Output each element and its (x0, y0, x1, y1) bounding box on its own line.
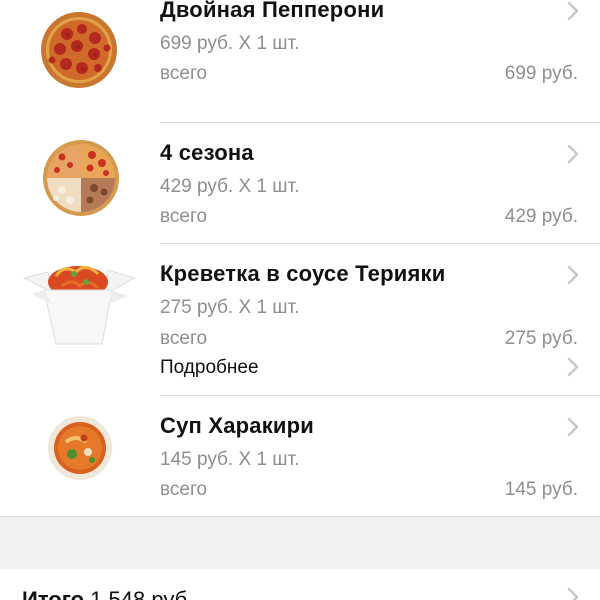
item-name: Суп Харакири (160, 413, 315, 438)
soup-bowl-image (48, 416, 112, 480)
item-total-value: 275 руб. (504, 328, 578, 349)
chevron-right-icon (567, 1, 579, 21)
item-price-quantity: 429 руб. X 1 шт. (160, 176, 300, 197)
chevron-right-icon (567, 144, 579, 164)
chevron-right-icon (567, 587, 579, 600)
item-total-value: 429 руб. (504, 206, 578, 227)
item-price-quantity: 145 руб. X 1 шт. (160, 449, 300, 470)
wok-box-image (22, 266, 136, 345)
item-total-label: всего (160, 479, 208, 500)
order-item[interactable]: Креветка в соусе Терияки 275 руб. X 1 шт… (0, 244, 600, 395)
four-seasons-pizza-image (43, 140, 119, 216)
item-name: Креветка в соусе Терияки (160, 261, 446, 286)
order-summary-row[interactable]: Итого 1 548 руб. (0, 569, 600, 600)
chevron-right-icon (567, 417, 579, 437)
item-name: Двойная Пепперони (160, 0, 385, 22)
section-separator (0, 516, 600, 570)
item-total-label: всего (160, 63, 208, 84)
chevron-right-icon[interactable] (566, 357, 580, 377)
order-item[interactable]: 4 сезона 429 руб. X 1 шт. всего 429 руб. (0, 123, 600, 243)
item-total-value: 145 руб. (504, 479, 578, 500)
order-total-text: Итого 1 548 руб. (22, 587, 193, 600)
item-total-label: всего (160, 328, 208, 349)
details-link[interactable]: Подробнее (160, 357, 259, 379)
order-item[interactable]: Двойная Пепперони 699 руб. X 1 шт. всего… (0, 0, 600, 122)
item-name: 4 сезона (160, 140, 254, 165)
item-price-quantity: 275 руб. X 1 шт. (160, 297, 300, 318)
order-screen: Двойная Пепперони 699 руб. X 1 шт. всего… (0, 0, 600, 600)
order-total-label: Итого (22, 587, 85, 600)
item-total-label: всего (160, 206, 208, 227)
pepperoni-pizza-image (41, 12, 117, 88)
order-total-value: 1 548 руб. (90, 587, 194, 600)
order-item[interactable]: Суп Харакири 145 руб. X 1 шт. всего 145 … (0, 396, 600, 516)
item-price-quantity: 699 руб. X 1 шт. (160, 33, 300, 54)
chevron-right-icon (567, 265, 579, 285)
item-total-value: 699 руб. (504, 63, 578, 84)
